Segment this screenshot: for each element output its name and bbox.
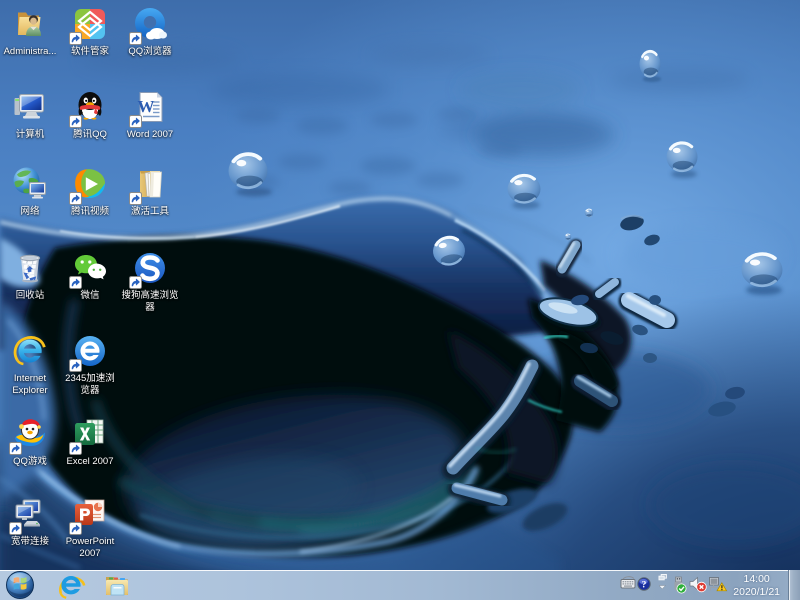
svg-text:?: ?	[642, 580, 647, 590]
svg-text:W: W	[138, 97, 155, 116]
